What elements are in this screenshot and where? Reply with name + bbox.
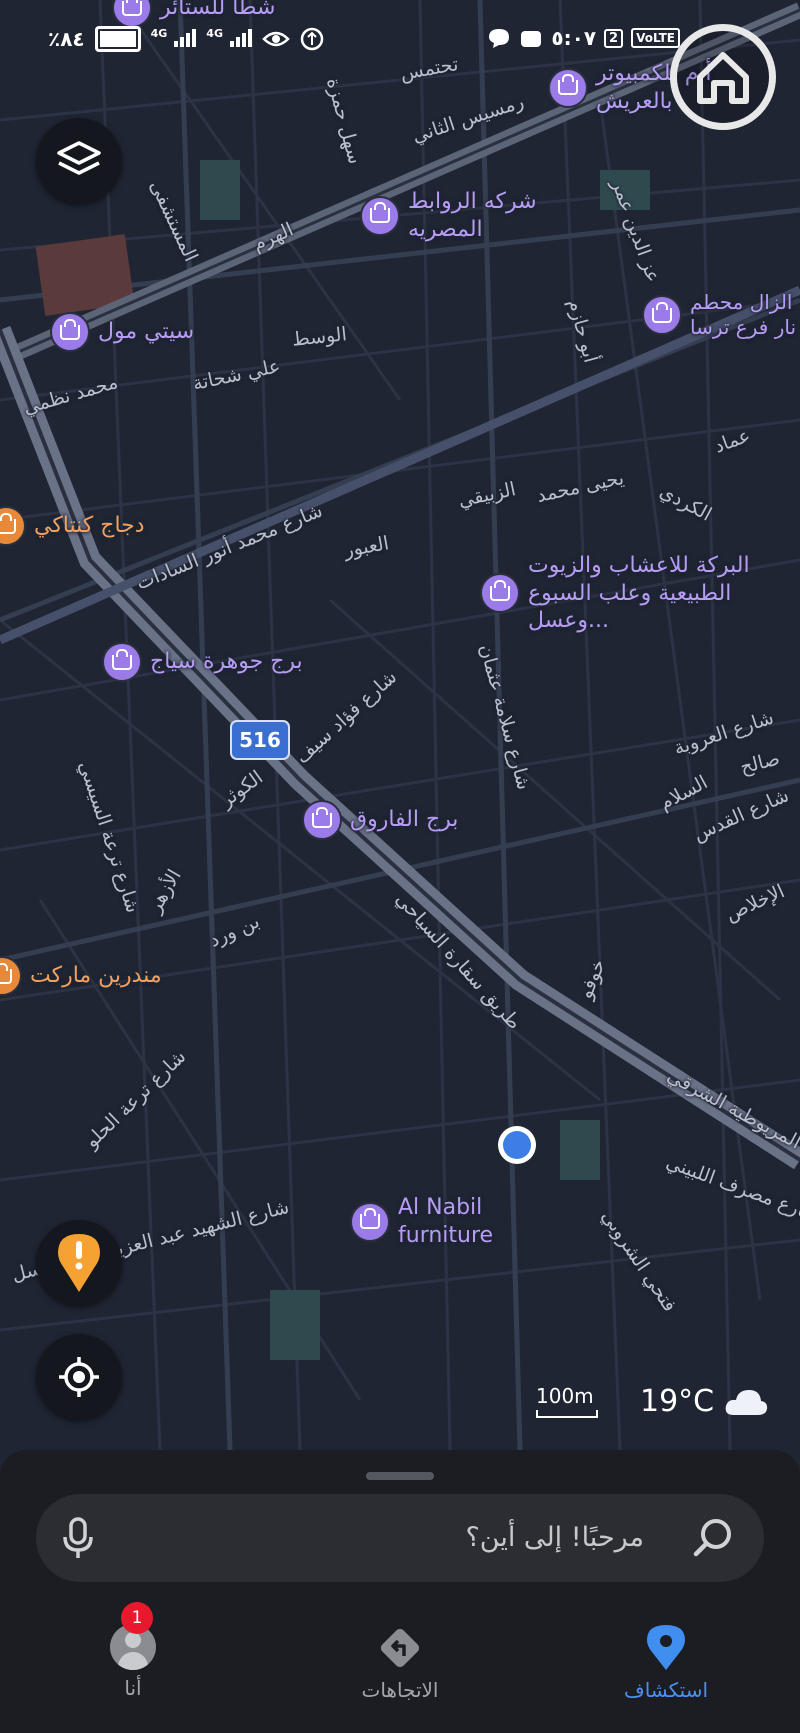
map-pin-icon — [647, 1625, 685, 1670]
eye-icon — [262, 31, 290, 47]
signal-1: 4G — [151, 27, 197, 52]
nav-label: الاتجاهات — [361, 1678, 439, 1702]
highway-shield: 516 — [230, 720, 290, 760]
poi-label: البركة للاعشاب والزيوت الطبيعية وعلب الس… — [528, 553, 750, 633]
poi-label: شطا للستائر — [160, 0, 276, 21]
data-saver-icon — [300, 27, 324, 51]
shopping-bag-icon — [480, 573, 520, 614]
poi-label: برج جوهرة سياج — [150, 649, 303, 675]
directions-icon — [380, 1628, 420, 1668]
weather-widget[interactable]: 19°C — [640, 1384, 768, 1419]
shopping-bag-icon — [360, 195, 400, 236]
poi-marker[interactable]: دجاج كنتاكي — [0, 506, 145, 546]
status-right: ٥:٠٧ 2 VoLTE — [487, 26, 680, 50]
poi-label: شركه الروابط المصريه — [408, 189, 537, 242]
status-left: ٪٨٤ 4G 4G — [48, 26, 324, 52]
microphone-icon[interactable] — [58, 1516, 98, 1560]
poi-label: Al Nabil furniture — [398, 1195, 494, 1248]
poi-marker[interactable]: الزال محطم نار فرع ترسا — [642, 290, 800, 340]
battery-icon — [94, 26, 141, 52]
map-scale: 100m — [536, 1384, 598, 1418]
poi-marker[interactable]: برج جوهرة سياج — [102, 642, 303, 682]
nav-tab-directions[interactable]: الاتجاهات — [300, 1624, 500, 1702]
poi-marker[interactable]: شركه الروابط المصريه — [360, 188, 550, 243]
sim-badge: 2 — [604, 28, 624, 48]
volte-badge: VoLTE — [631, 28, 680, 48]
shopping-bag-icon — [548, 67, 588, 108]
my-location-button[interactable] — [36, 1334, 122, 1420]
bottom-nav: 1 أنا الاتجاهات استكشاف — [0, 1602, 800, 1724]
poi-label: مندرين ماركت — [30, 963, 162, 989]
signal-bars-icon — [174, 27, 197, 47]
shopping-bag-icon — [112, 0, 152, 28]
poi-marker[interactable]: سيتي مول — [50, 312, 194, 352]
shopping-bag-icon — [642, 295, 682, 335]
shop-icon — [0, 956, 22, 996]
floating-home-button[interactable] — [670, 24, 776, 130]
nav-label: استكشاف — [623, 1678, 709, 1702]
shopping-bag-icon — [302, 800, 342, 840]
poi-label: دجاج كنتاكي — [34, 513, 145, 539]
report-button[interactable] — [36, 1220, 122, 1306]
shopping-bag-icon — [102, 642, 142, 682]
search-icon[interactable] — [692, 1516, 736, 1560]
alert-pin-icon — [58, 1234, 100, 1292]
poi-label: برج الفاروق — [350, 807, 459, 833]
signal-2: 4G — [206, 27, 252, 52]
nav-tab-me[interactable]: 1 أنا — [33, 1602, 233, 1700]
restaurant-icon — [0, 506, 26, 546]
notification-icon — [521, 31, 542, 47]
home-icon — [697, 52, 749, 104]
shopping-bag-icon — [350, 1201, 390, 1242]
temperature: 19°C — [640, 1384, 715, 1419]
search-input[interactable]: مرحبًا! إلى أين؟ — [465, 1494, 644, 1582]
poi-marker[interactable]: شطا للستائر — [112, 0, 275, 28]
cloud-icon — [725, 1389, 768, 1415]
shopping-bag-icon — [50, 312, 90, 352]
layers-button[interactable] — [36, 118, 122, 204]
nav-tab-explore[interactable]: استكشاف — [566, 1624, 766, 1702]
sheet-drag-handle[interactable] — [366, 1472, 434, 1480]
clock: ٥:٠٧ — [551, 26, 597, 50]
layers-icon — [57, 141, 101, 175]
poi-marker[interactable]: Al Nabil furniture — [350, 1194, 500, 1249]
user-location-icon — [498, 1126, 536, 1164]
notification-badge: 1 — [121, 1602, 153, 1634]
signal-bars-icon — [229, 27, 252, 47]
scale-line — [536, 1410, 598, 1418]
poi-marker[interactable]: برج الفاروق — [302, 800, 458, 840]
poi-label: سيتي مول — [98, 319, 195, 345]
bottom-sheet[interactable]: مرحبًا! إلى أين؟ 1 أنا الاتجاهات استكشاف — [0, 1450, 800, 1733]
chat-icon — [489, 29, 510, 48]
nav-label: أنا — [124, 1676, 142, 1700]
battery-percent: ٪٨٤ — [48, 27, 85, 51]
poi-marker[interactable]: مندرين ماركت — [0, 956, 162, 996]
poi-marker[interactable]: البركة للاعشاب والزيوت الطبيعية وعلب الس… — [480, 552, 750, 635]
poi-label: الزال محطم نار فرع ترسا — [690, 290, 797, 339]
search-bar[interactable]: مرحبًا! إلى أين؟ — [36, 1494, 764, 1582]
network-type-1: 4G — [150, 26, 168, 40]
crosshair-icon — [59, 1357, 99, 1397]
network-type-2: 4G — [206, 26, 223, 40]
scale-label: 100m — [536, 1384, 594, 1408]
